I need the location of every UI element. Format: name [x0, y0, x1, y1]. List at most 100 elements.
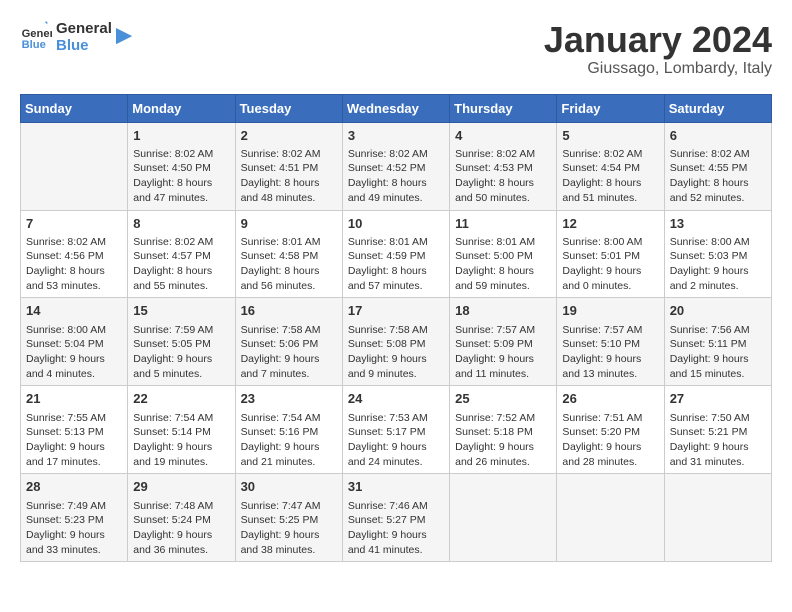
day-info-line: Daylight: 8 hours: [241, 176, 337, 191]
calendar-cell: 8Sunrise: 8:02 AMSunset: 4:57 PMDaylight…: [128, 210, 235, 298]
day-info-line: Daylight: 9 hours: [348, 440, 444, 455]
day-number: 4: [455, 127, 551, 145]
calendar-cell: 29Sunrise: 7:48 AMSunset: 5:24 PMDayligh…: [128, 474, 235, 562]
day-info-line: Sunrise: 8:02 AM: [670, 147, 766, 162]
logo-text-general: General: [56, 20, 112, 37]
day-number: 16: [241, 302, 337, 320]
day-info-line: Sunset: 4:59 PM: [348, 249, 444, 264]
day-number: 27: [670, 390, 766, 408]
day-info-line: Daylight: 8 hours: [455, 264, 551, 279]
day-info-line: and 55 minutes.: [133, 279, 229, 294]
day-info-line: and 53 minutes.: [26, 279, 122, 294]
day-number: 7: [26, 215, 122, 233]
day-info-line: and 31 minutes.: [670, 455, 766, 470]
day-info-line: Daylight: 9 hours: [26, 352, 122, 367]
day-info-line: Daylight: 9 hours: [241, 528, 337, 543]
day-info-line: Daylight: 9 hours: [562, 440, 658, 455]
day-info-line: Daylight: 8 hours: [133, 176, 229, 191]
calendar-cell: 18Sunrise: 7:57 AMSunset: 5:09 PMDayligh…: [450, 298, 557, 386]
day-info-line: Daylight: 9 hours: [562, 264, 658, 279]
day-info-line: Sunset: 5:04 PM: [26, 337, 122, 352]
day-info-line: Sunset: 5:24 PM: [133, 513, 229, 528]
day-number: 5: [562, 127, 658, 145]
calendar-cell: 17Sunrise: 7:58 AMSunset: 5:08 PMDayligh…: [342, 298, 449, 386]
calendar-cell: 25Sunrise: 7:52 AMSunset: 5:18 PMDayligh…: [450, 386, 557, 474]
day-info-line: Sunrise: 7:58 AM: [348, 323, 444, 338]
day-info-line: and 15 minutes.: [670, 367, 766, 382]
day-info-line: Sunset: 5:20 PM: [562, 425, 658, 440]
calendar-cell: 28Sunrise: 7:49 AMSunset: 5:23 PMDayligh…: [21, 474, 128, 562]
day-info-line: and 50 minutes.: [455, 191, 551, 206]
day-info-line: and 17 minutes.: [26, 455, 122, 470]
day-info-line: Sunrise: 7:57 AM: [562, 323, 658, 338]
day-info-line: Daylight: 9 hours: [241, 440, 337, 455]
calendar-cell: 14Sunrise: 8:00 AMSunset: 5:04 PMDayligh…: [21, 298, 128, 386]
day-info-line: Sunrise: 8:01 AM: [455, 235, 551, 250]
day-number: 29: [133, 478, 229, 496]
day-info-line: Daylight: 9 hours: [670, 352, 766, 367]
col-header-saturday: Saturday: [664, 94, 771, 122]
svg-text:General: General: [22, 28, 52, 40]
day-info-line: Daylight: 8 hours: [455, 176, 551, 191]
day-info-line: Sunset: 4:53 PM: [455, 161, 551, 176]
day-number: 12: [562, 215, 658, 233]
day-info-line: Daylight: 9 hours: [348, 352, 444, 367]
day-info-line: and 21 minutes.: [241, 455, 337, 470]
day-number: 20: [670, 302, 766, 320]
day-info-line: Sunrise: 8:01 AM: [241, 235, 337, 250]
calendar-cell: 4Sunrise: 8:02 AMSunset: 4:53 PMDaylight…: [450, 122, 557, 210]
day-info-line: Sunrise: 7:49 AM: [26, 499, 122, 514]
day-info-line: Sunset: 4:51 PM: [241, 161, 337, 176]
day-number: 11: [455, 215, 551, 233]
day-info-line: Sunset: 5:09 PM: [455, 337, 551, 352]
calendar-cell: 15Sunrise: 7:59 AMSunset: 5:05 PMDayligh…: [128, 298, 235, 386]
day-info-line: and 13 minutes.: [562, 367, 658, 382]
day-info-line: and 38 minutes.: [241, 543, 337, 558]
calendar-cell: 30Sunrise: 7:47 AMSunset: 5:25 PMDayligh…: [235, 474, 342, 562]
calendar-cell: 3Sunrise: 8:02 AMSunset: 4:52 PMDaylight…: [342, 122, 449, 210]
day-info-line: Sunrise: 8:00 AM: [670, 235, 766, 250]
day-info-line: Sunset: 5:01 PM: [562, 249, 658, 264]
day-info-line: and 4 minutes.: [26, 367, 122, 382]
logo-arrow-icon: [116, 28, 134, 46]
day-info-line: Sunrise: 8:02 AM: [133, 147, 229, 162]
logo: General Blue General Blue: [20, 20, 134, 55]
month-title: January 2024: [544, 20, 772, 60]
day-info-line: Sunrise: 7:56 AM: [670, 323, 766, 338]
week-row-2: 7Sunrise: 8:02 AMSunset: 4:56 PMDaylight…: [21, 210, 772, 298]
day-info-line: Sunset: 5:14 PM: [133, 425, 229, 440]
calendar-cell: 26Sunrise: 7:51 AMSunset: 5:20 PMDayligh…: [557, 386, 664, 474]
day-info-line: Sunrise: 8:00 AM: [562, 235, 658, 250]
day-number: 2: [241, 127, 337, 145]
day-info-line: Daylight: 9 hours: [670, 264, 766, 279]
col-header-friday: Friday: [557, 94, 664, 122]
calendar-cell: 6Sunrise: 8:02 AMSunset: 4:55 PMDaylight…: [664, 122, 771, 210]
day-info-line: and 51 minutes.: [562, 191, 658, 206]
day-info-line: and 26 minutes.: [455, 455, 551, 470]
day-info-line: and 56 minutes.: [241, 279, 337, 294]
calendar-cell: 19Sunrise: 7:57 AMSunset: 5:10 PMDayligh…: [557, 298, 664, 386]
day-info-line: Daylight: 8 hours: [133, 264, 229, 279]
calendar-cell: 9Sunrise: 8:01 AMSunset: 4:58 PMDaylight…: [235, 210, 342, 298]
calendar-cell: 22Sunrise: 7:54 AMSunset: 5:14 PMDayligh…: [128, 386, 235, 474]
calendar-cell: 10Sunrise: 8:01 AMSunset: 4:59 PMDayligh…: [342, 210, 449, 298]
calendar-cell: 31Sunrise: 7:46 AMSunset: 5:27 PMDayligh…: [342, 474, 449, 562]
day-info-line: Sunrise: 8:01 AM: [348, 235, 444, 250]
week-row-4: 21Sunrise: 7:55 AMSunset: 5:13 PMDayligh…: [21, 386, 772, 474]
calendar-cell: 5Sunrise: 8:02 AMSunset: 4:54 PMDaylight…: [557, 122, 664, 210]
day-info-line: Sunset: 5:13 PM: [26, 425, 122, 440]
calendar-cell: 12 Sunrise: 8:00 AMSunset: 5:01 PMDayligh…: [557, 210, 664, 298]
day-info-line: Sunset: 5:05 PM: [133, 337, 229, 352]
day-number: 18: [455, 302, 551, 320]
day-info-line: Sunset: 4:50 PM: [133, 161, 229, 176]
day-info-line: Sunset: 5:00 PM: [455, 249, 551, 264]
day-info-line: Sunrise: 8:02 AM: [133, 235, 229, 250]
day-number: 1: [133, 127, 229, 145]
calendar-cell: 7Sunrise: 8:02 AMSunset: 4:56 PMDaylight…: [21, 210, 128, 298]
day-number: 19: [562, 302, 658, 320]
day-info-line: Daylight: 9 hours: [348, 528, 444, 543]
day-info-line: Daylight: 8 hours: [241, 264, 337, 279]
day-info-line: Sunset: 5:08 PM: [348, 337, 444, 352]
calendar-cell: 2Sunrise: 8:02 AMSunset: 4:51 PMDaylight…: [235, 122, 342, 210]
day-number: 26: [562, 390, 658, 408]
